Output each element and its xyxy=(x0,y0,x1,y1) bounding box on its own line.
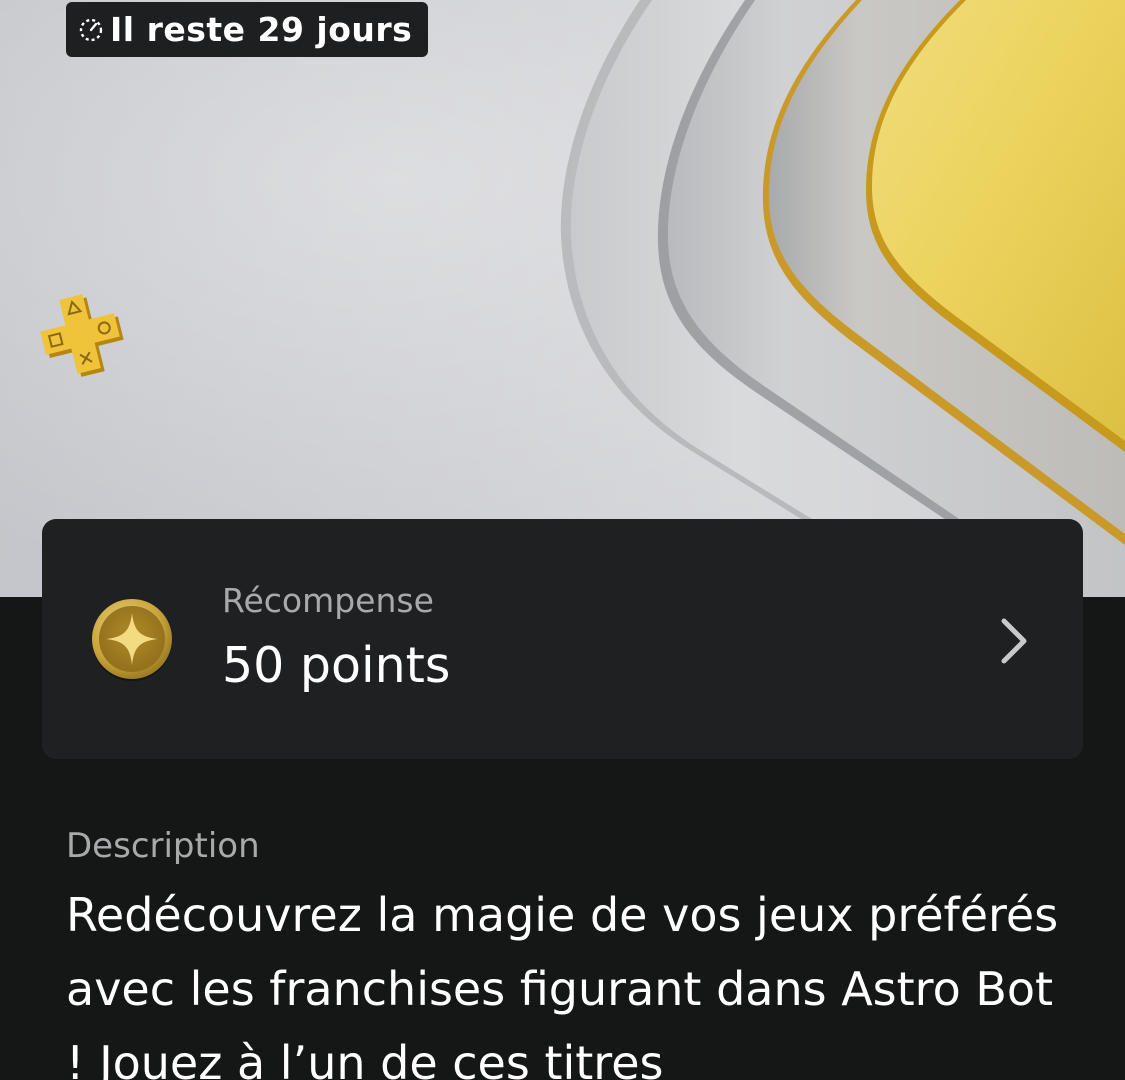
days-remaining-text: Il reste 29 jours xyxy=(110,10,413,49)
timer-icon xyxy=(76,15,106,45)
description-heading: Description xyxy=(66,826,260,866)
hero-banner: Il reste 29 jours xyxy=(0,0,1125,597)
hero-artwork xyxy=(0,0,1125,597)
chevron-right-icon[interactable] xyxy=(994,615,1034,667)
reward-label: Récompense xyxy=(222,581,434,620)
playstation-plus-icon xyxy=(34,288,126,380)
reward-card[interactable]: Récompense 50 points xyxy=(42,519,1083,759)
reward-points-value: 50 points xyxy=(222,637,451,694)
description-text: Redécouvrez la magie de vos jeux préféré… xyxy=(66,888,1059,1080)
quest-detail-page: Il reste 29 jours Récompense 50 points D… xyxy=(0,0,1125,1080)
days-remaining-badge: Il reste 29 jours xyxy=(66,2,429,57)
reward-coin-icon xyxy=(90,597,174,681)
